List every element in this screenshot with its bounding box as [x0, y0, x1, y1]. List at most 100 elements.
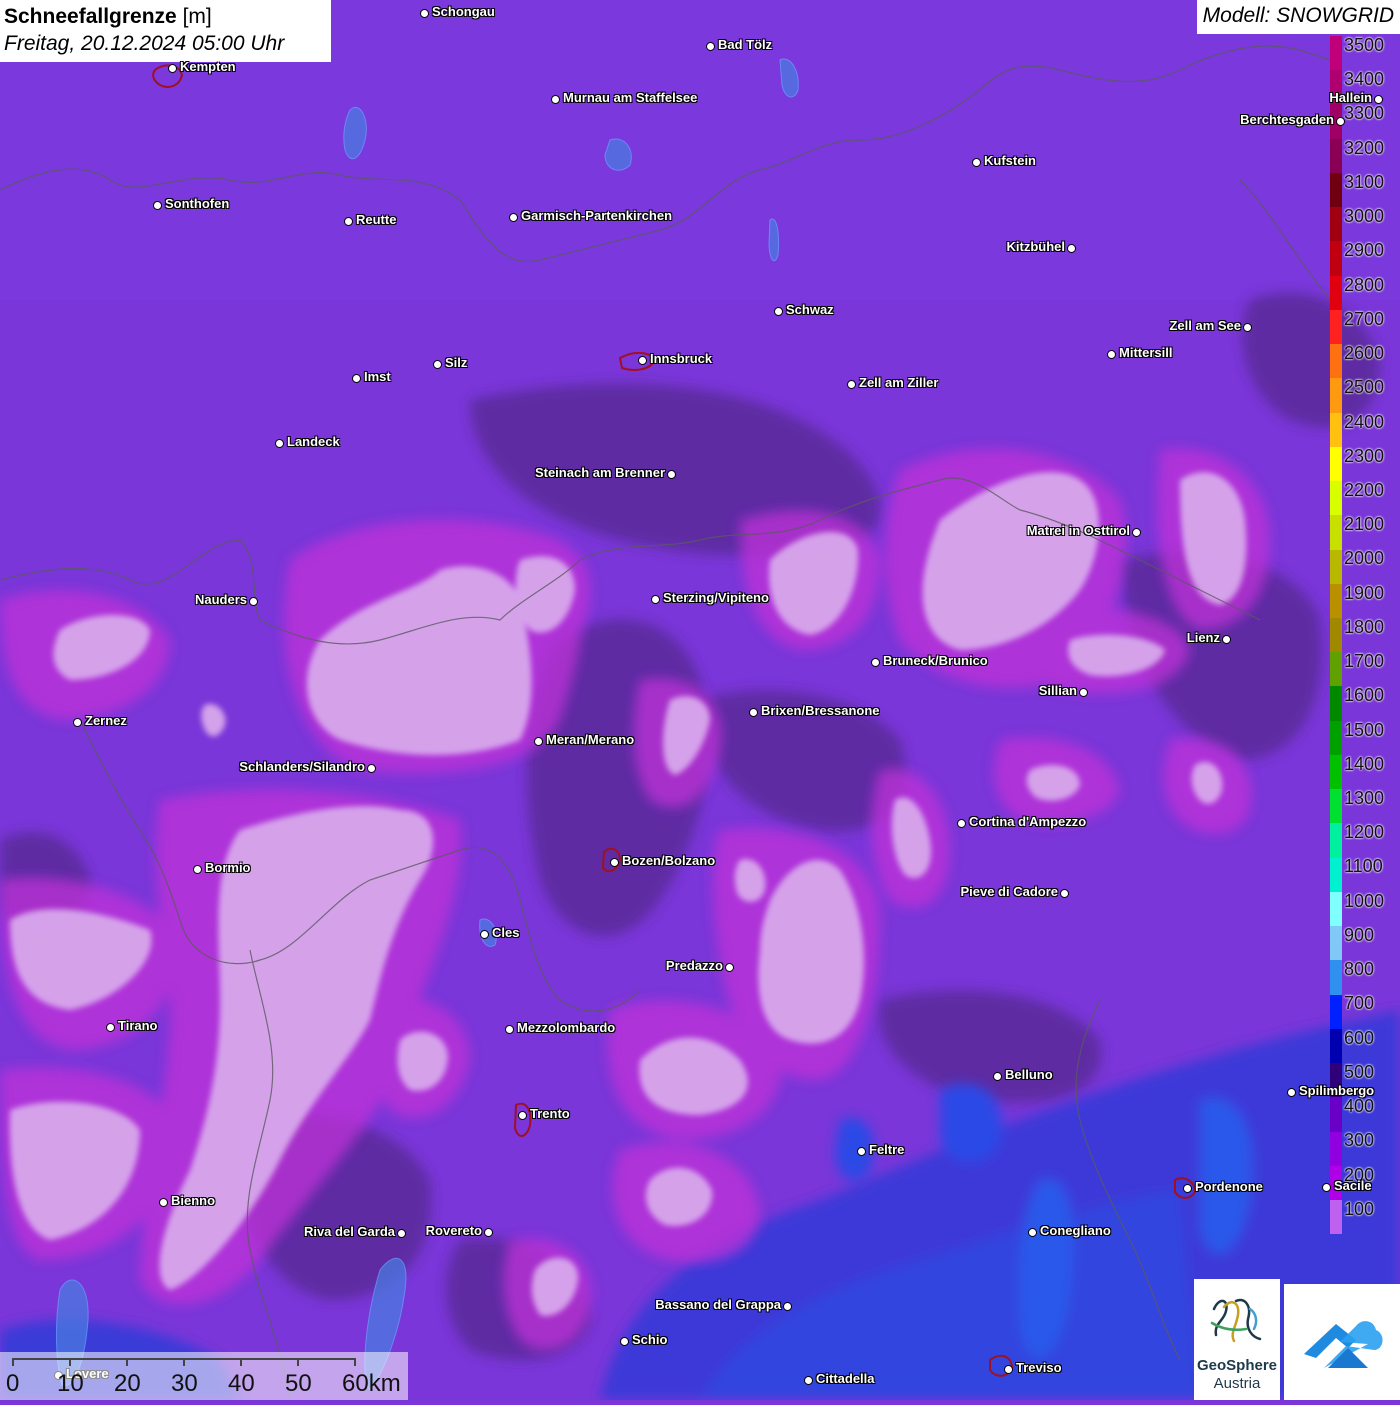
legend-swatch: [1330, 36, 1342, 71]
city-label[interactable]: Zell am Ziller: [859, 376, 938, 390]
legend-swatch: [1330, 378, 1342, 413]
city-label[interactable]: Silz: [445, 356, 467, 370]
city-label[interactable]: Riva del Garda: [304, 1225, 395, 1239]
legend-swatch: [1330, 823, 1342, 858]
city-marker-dot: [159, 1198, 168, 1207]
city-marker-dot: [620, 1337, 629, 1346]
city-marker-dot: [749, 708, 758, 717]
city-label[interactable]: Sillian: [1039, 684, 1077, 698]
city-label[interactable]: Mittersill: [1119, 346, 1172, 360]
legend-label: 1700: [1344, 651, 1385, 672]
city-label[interactable]: Murnau am Staffelsee: [563, 91, 697, 105]
scale-tick: [183, 1358, 185, 1366]
city-label[interactable]: Schlanders/Silandro: [239, 760, 365, 774]
legend-label: 700: [1344, 993, 1375, 1014]
legend-swatch: [1330, 857, 1342, 892]
legend-swatch: [1330, 1131, 1342, 1166]
city-label[interactable]: Cortina d'Ampezzo: [969, 815, 1086, 829]
geosphere-logo: GeoSphere Austria: [1194, 1279, 1280, 1400]
city-label[interactable]: Bozen/Bolzano: [622, 854, 715, 868]
city-label[interactable]: Predazzo: [666, 959, 723, 973]
scale-tick: [69, 1358, 71, 1366]
city-label[interactable]: Bruneck/Brunico: [883, 654, 988, 668]
legend-label: 2100: [1344, 514, 1385, 535]
city-label[interactable]: Sonthofen: [165, 197, 229, 211]
city-label[interactable]: Bassano del Grappa: [655, 1298, 781, 1312]
city-label[interactable]: Zernez: [85, 714, 127, 728]
city-label[interactable]: Imst: [364, 370, 391, 384]
city-label[interactable]: Schio: [632, 1333, 667, 1347]
city-label[interactable]: Steinach am Brenner: [535, 466, 665, 480]
city-marker-dot: [153, 201, 162, 210]
city-marker-dot: [480, 930, 489, 939]
legend-label: 2700: [1344, 308, 1385, 329]
city-marker-dot: [420, 9, 429, 18]
legend-swatch: [1330, 754, 1342, 790]
city-marker-dot: [1060, 889, 1069, 898]
city-label[interactable]: Sacile: [1334, 1179, 1372, 1193]
city-label[interactable]: Kufstein: [984, 154, 1036, 168]
legend-swatch: [1330, 686, 1342, 721]
city-label[interactable]: Kempten: [180, 60, 236, 74]
legend-label: 3000: [1344, 206, 1385, 227]
city-label[interactable]: Schwaz: [786, 303, 834, 317]
city-label[interactable]: Trento: [530, 1107, 570, 1121]
legend-swatch: [1330, 926, 1342, 961]
scale-label: 10: [57, 1370, 84, 1397]
city-label[interactable]: Brixen/Bressanone: [761, 704, 880, 718]
city-label[interactable]: Lienz: [1187, 631, 1220, 645]
city-label[interactable]: Bienno: [171, 1194, 215, 1208]
legend-swatch: [1330, 1097, 1342, 1132]
city-label[interactable]: Bormio: [205, 861, 251, 875]
city-label[interactable]: Garmisch-Partenkirchen: [521, 209, 672, 223]
legend-label: 2800: [1344, 274, 1385, 295]
logo-subtitle: Austria: [1213, 1375, 1261, 1392]
legend-label: 2400: [1344, 411, 1385, 432]
city-label[interactable]: Matrei in Osttirol: [1027, 524, 1130, 538]
scale-label: 60km: [342, 1370, 401, 1397]
city-marker-dot: [610, 858, 619, 867]
city-label[interactable]: Treviso: [1016, 1361, 1062, 1375]
legend-swatch: [1330, 549, 1342, 584]
city-label[interactable]: Hallein: [1329, 91, 1372, 105]
legend-swatch: [1330, 515, 1342, 550]
city-marker-dot: [1374, 95, 1383, 104]
scale-label: 0: [6, 1370, 20, 1397]
legend-label: 1300: [1344, 788, 1385, 809]
city-label[interactable]: Pordenone: [1195, 1180, 1263, 1194]
city-marker-dot: [193, 865, 202, 874]
city-label[interactable]: Innsbruck: [650, 352, 712, 366]
city-label[interactable]: Rovereto: [426, 1224, 482, 1238]
city-label[interactable]: Mezzolombardo: [517, 1021, 615, 1035]
city-marker-dot: [397, 1229, 406, 1238]
city-marker-dot: [1004, 1365, 1013, 1374]
city-label[interactable]: Cittadella: [816, 1372, 875, 1386]
city-label[interactable]: Conegliano: [1040, 1224, 1111, 1238]
legend-label: 3400: [1344, 69, 1385, 90]
map-datetime: Freitag, 20.12.2024 05:00 Uhr: [4, 32, 285, 55]
city-label[interactable]: Nauders: [195, 593, 247, 607]
city-marker-dot: [249, 597, 258, 606]
legend-swatch: [1330, 241, 1342, 276]
city-label[interactable]: Schongau: [432, 5, 495, 19]
city-label[interactable]: Sterzing/Vipiteno: [663, 591, 769, 605]
city-label[interactable]: Belluno: [1005, 1068, 1053, 1082]
city-label[interactable]: Cles: [492, 926, 519, 940]
city-label[interactable]: Tirano: [118, 1019, 158, 1033]
city-marker-dot: [73, 718, 82, 727]
city-label[interactable]: Reutte: [356, 213, 396, 227]
city-label[interactable]: Zell am See: [1169, 319, 1241, 333]
city-label[interactable]: Feltre: [869, 1143, 904, 1157]
legend-label: 100: [1344, 1198, 1375, 1219]
city-label[interactable]: Berchtesgaden: [1240, 113, 1334, 127]
city-label[interactable]: Pieve di Cadore: [960, 885, 1058, 899]
city-label[interactable]: Meran/Merano: [546, 733, 634, 747]
legend-label: 2200: [1344, 479, 1385, 500]
city-label[interactable]: Bad Tölz: [718, 38, 772, 52]
city-label[interactable]: Kitzbühel: [1007, 240, 1066, 254]
city-label[interactable]: Spilimbergo: [1299, 1084, 1374, 1098]
legend-swatch: [1330, 481, 1342, 516]
legend-swatch: [1330, 1028, 1342, 1064]
city-marker-dot: [1222, 635, 1231, 644]
city-label[interactable]: Landeck: [287, 435, 340, 449]
